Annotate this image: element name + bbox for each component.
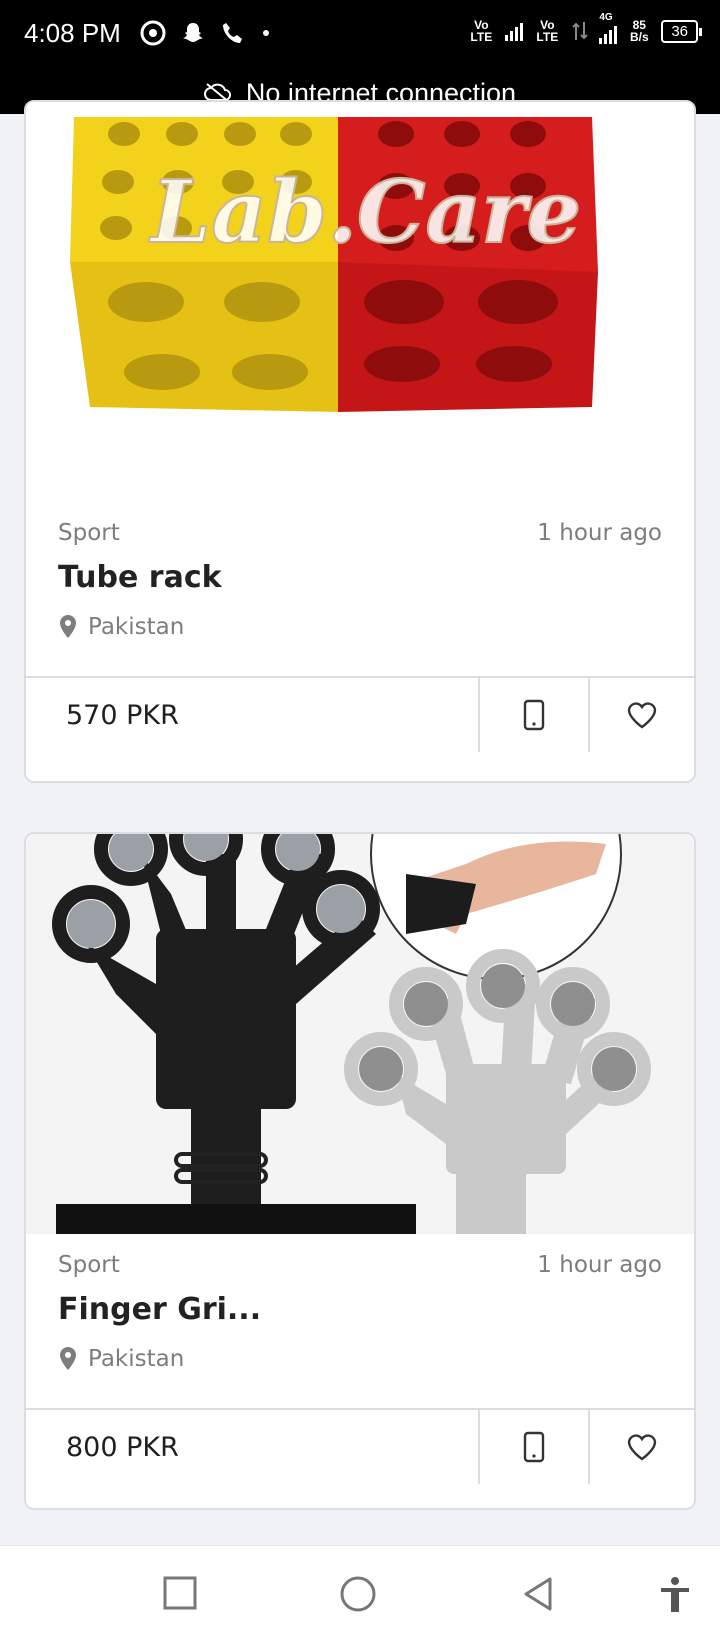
phone-call-icon (223, 23, 242, 43)
listing-price: 570 PKR (66, 699, 179, 731)
recent-apps-button[interactable] (163, 1576, 197, 1614)
finger-gripper-photo (26, 834, 694, 1234)
chrome-icon (140, 20, 166, 46)
recent-apps-icon (163, 1576, 197, 1610)
battery-indicator: 36 (661, 19, 702, 43)
listing-title[interactable]: Finger Gri... (58, 1292, 261, 1327)
listing-time: 1 hour ago (537, 1252, 662, 1278)
status-bar: 4:08 PM Vo LTE Vo LTE 4G 85 B/s 36 (0, 0, 720, 72)
home-icon (340, 1576, 376, 1612)
listing-time: 1 hour ago (537, 520, 662, 546)
signal-bars-1 (505, 21, 524, 41)
system-nav-bar (0, 1545, 720, 1640)
location-pin-icon (60, 1347, 76, 1370)
listing-image[interactable]: Lab.Care (26, 102, 694, 522)
back-button[interactable] (522, 1576, 554, 1616)
favorite-button[interactable] (588, 678, 694, 752)
status-notification-icons (140, 20, 272, 46)
listing-category: Sport (58, 520, 120, 546)
home-button[interactable] (340, 1576, 376, 1616)
snapchat-icon (183, 23, 203, 42)
net-speed: 85 B/s (627, 19, 651, 43)
heart-icon (627, 1434, 657, 1461)
listing-location: Pakistan (58, 1346, 184, 1372)
location-pin-icon (60, 615, 76, 638)
listing-card[interactable]: Sport 1 hour ago Finger Gri... Pakistan … (24, 832, 696, 1510)
listing-location: Pakistan (58, 614, 184, 640)
volte-indicator-1: Vo LTE (470, 18, 493, 44)
volte-indicator-2: Vo LTE (536, 18, 559, 44)
listing-image[interactable] (26, 834, 694, 1234)
status-time: 4:08 PM (24, 18, 121, 48)
accessibility-button[interactable] (658, 1576, 692, 1618)
phone-icon (523, 1431, 545, 1463)
listing-footer: 800 PKR (26, 1408, 694, 1484)
call-button[interactable] (478, 678, 588, 752)
call-button[interactable] (478, 1410, 588, 1484)
data-arrows-icon (572, 22, 589, 40)
image-watermark: Lab.Care (148, 162, 581, 263)
listing-card[interactable]: Lab.Care Sport 1 hour ago Tube rack Paki… (24, 100, 696, 783)
listing-title[interactable]: Tube rack (58, 560, 222, 595)
signal-4g: 4G (599, 12, 618, 44)
accessibility-icon (661, 1577, 689, 1612)
signal-bars-2 (599, 24, 618, 44)
favorite-button[interactable] (588, 1410, 694, 1484)
listing-category: Sport (58, 1252, 120, 1278)
listing-location-text: Pakistan (88, 614, 185, 640)
dot-icon (263, 30, 269, 36)
listing-location-text: Pakistan (88, 1346, 185, 1372)
listing-price: 800 PKR (66, 1431, 179, 1463)
heart-icon (627, 702, 657, 729)
listing-footer: 570 PKR (26, 676, 694, 752)
phone-icon (523, 699, 545, 731)
network-type-label: 4G (599, 12, 613, 23)
tube-rack-photo: Lab.Care (26, 102, 694, 522)
status-system-icons: Vo LTE Vo LTE 4G 85 B/s 36 (467, 12, 702, 44)
net-speed-unit: B/s (629, 30, 649, 44)
back-icon (524, 1577, 552, 1611)
